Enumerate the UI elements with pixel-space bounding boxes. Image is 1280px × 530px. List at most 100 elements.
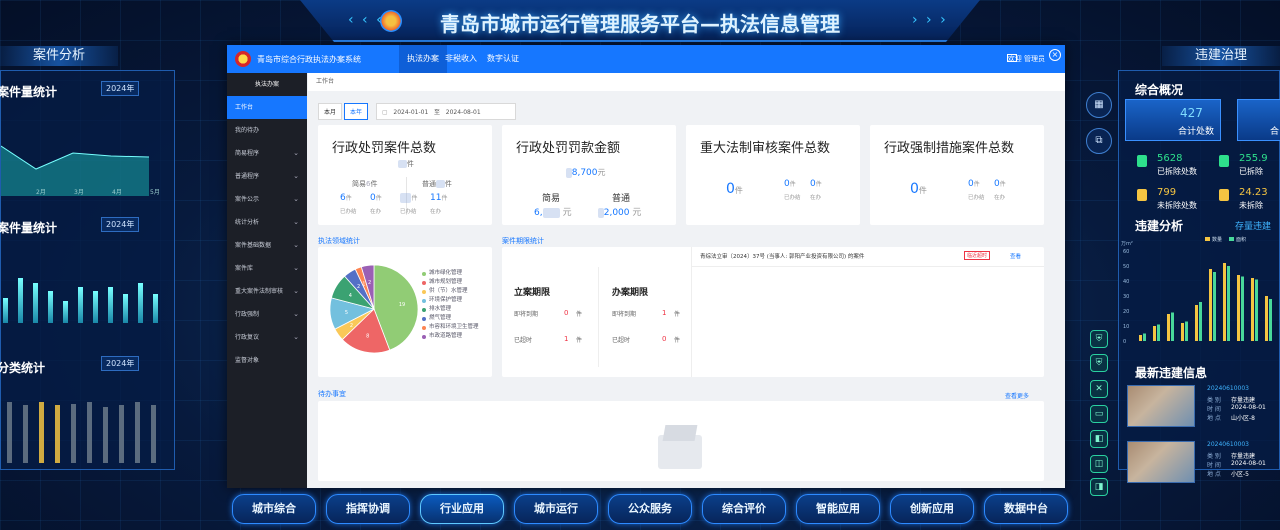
- filter-year-button[interactable]: 本年: [344, 103, 369, 120]
- sidebar-item[interactable]: 执法办案: [227, 73, 307, 96]
- card2-total: 8,700: [571, 168, 598, 178]
- case-count-heading-2: 案件量统计: [0, 221, 58, 235]
- category-bar: [87, 401, 92, 463]
- bottom-nav-1[interactable]: 指挥协调: [326, 494, 410, 524]
- violation-bar-chart: 60 50 40 30 20 10 0 万m² 数量 面积: [1121, 236, 1272, 345]
- todo-title: 待办事宜: [318, 390, 346, 398]
- violation-bar-count: [1139, 335, 1142, 341]
- substat-unit: 件: [999, 181, 1006, 188]
- violation-photo[interactable]: [1127, 385, 1195, 427]
- chevron-down-icon: ⌄: [293, 195, 299, 203]
- substat-value: 0件: [994, 179, 1006, 189]
- legend-item[interactable]: 城市规划管理: [422, 278, 479, 287]
- sidebar-item[interactable]: 统计分析 ⌄: [227, 211, 307, 234]
- violation-photo[interactable]: [1127, 441, 1195, 483]
- substat-value: 00件: [400, 193, 417, 203]
- grid-icon[interactable]: ▦: [1086, 92, 1112, 118]
- deadline-unit: 件: [576, 311, 583, 318]
- sidebar-item[interactable]: 重大案件法制审核 ⌄: [227, 280, 307, 303]
- stat-value: 5628: [1157, 153, 1183, 164]
- bottom-nav-2[interactable]: 行业应用: [420, 494, 504, 524]
- nav-digital-cert[interactable]: 数字认证: [479, 45, 527, 73]
- item-id: 20240610003: [1207, 385, 1249, 392]
- legend-item[interactable]: 供（节）水管理: [422, 287, 479, 296]
- substat-unit: 件: [789, 181, 796, 188]
- item-field-label: 地 点: [1207, 415, 1221, 422]
- sidebar-item[interactable]: 行政复议 ⌄: [227, 326, 307, 349]
- chevron-down-icon: ⌄: [293, 333, 299, 341]
- category-bar: [151, 405, 156, 463]
- close-tool-icon[interactable]: ✕: [1090, 380, 1108, 398]
- sidebar-item[interactable]: 工作台: [227, 96, 307, 119]
- legend-dot: [422, 335, 426, 339]
- close-icon[interactable]: ×: [1049, 49, 1061, 61]
- sidebar-item-label: 行政强制: [235, 311, 260, 318]
- bottom-nav-8[interactable]: 数据中台: [984, 494, 1068, 524]
- violation-bar-area: [1143, 333, 1146, 341]
- violation-bar-count: [1181, 323, 1184, 341]
- legend-dot: [422, 272, 426, 276]
- sidebar-item[interactable]: 案件基础数据 ⌄: [227, 234, 307, 257]
- bottom-nav-6[interactable]: 智能应用: [796, 494, 880, 524]
- notice-text: 青综法立审〔2024〕37号 (当事人: 郭阳产业投资有限公司) 的案件: [700, 254, 865, 260]
- tool-icon-4[interactable]: ◨: [1090, 478, 1108, 496]
- nav-nontax[interactable]: 非税收入: [437, 45, 485, 73]
- bottom-nav-0[interactable]: 城市综合: [232, 494, 316, 524]
- shield-icon[interactable]: ⛨: [1090, 330, 1108, 348]
- legend-item[interactable]: 环境保护管理: [422, 296, 479, 305]
- legend-item[interactable]: 排水管理: [422, 305, 479, 314]
- legend-item[interactable]: 燃气管理: [422, 314, 479, 323]
- substat-label: 在办: [370, 209, 382, 215]
- legend-item[interactable]: 市政道路管理: [422, 332, 479, 341]
- legend-label: 燃气管理: [429, 315, 452, 321]
- year-select-2[interactable]: 2024年: [101, 217, 140, 232]
- bottom-nav-5[interactable]: 综合评价: [702, 494, 786, 524]
- card4-title: 行政强制措施案件总数: [884, 141, 1015, 156]
- sidebar-item[interactable]: 我的待办: [227, 119, 307, 142]
- sidebar-item[interactable]: 案件公示 ⌄: [227, 188, 307, 211]
- layers-icon[interactable]: ⧉: [1086, 128, 1112, 154]
- item-date: 2024-08-01: [1231, 460, 1266, 467]
- year-select-1[interactable]: 2024年: [101, 81, 140, 96]
- user-greeting[interactable]: 欢迎 管理员: [1008, 54, 1045, 64]
- todo-more-link[interactable]: 查看更多: [1005, 391, 1029, 400]
- sidebar-item-label: 案件库: [235, 265, 254, 272]
- sidebar-item-label: 行政复议: [235, 334, 260, 341]
- sidebar-item-label: 简易程序: [235, 150, 260, 157]
- case-system-window: 青岛市综合行政执法办案系统 执法办案 非税收入 数字认证 欢迎 管理员 × 执法…: [227, 45, 1065, 488]
- sidebar-item[interactable]: 普通程序 ⌄: [227, 165, 307, 188]
- filter-month-button[interactable]: 本月: [318, 103, 343, 120]
- sidebar-item[interactable]: 监督对象: [227, 349, 307, 372]
- legend-label: 环境保护管理: [429, 297, 463, 303]
- category-bar: [55, 405, 60, 463]
- sidebar-item[interactable]: 简易程序 ⌄: [227, 142, 307, 165]
- legend-dot: [422, 326, 426, 330]
- legend-item[interactable]: 市容和环境卫生管理: [422, 323, 479, 332]
- shield-check-icon[interactable]: ⛨: [1090, 354, 1108, 372]
- category-bar: [23, 405, 28, 463]
- todo-card: [318, 401, 1044, 481]
- year-select-3[interactable]: 2024年: [101, 356, 140, 371]
- card2-total-unit: 元: [597, 168, 606, 177]
- y-tick: 20: [1123, 309, 1129, 315]
- chevron-down-icon: ⌄: [293, 149, 299, 157]
- item-field-label: 类 别: [1207, 453, 1221, 460]
- deadline-row-label: 已超时: [514, 337, 533, 344]
- notice-view-link[interactable]: 查看: [1010, 252, 1021, 260]
- item-field-label: 类 别: [1207, 397, 1221, 404]
- chevron-down-icon: ⌄: [293, 310, 299, 318]
- total-box: 427 合计处数: [1125, 99, 1221, 141]
- tool-icon-2[interactable]: ◧: [1090, 430, 1108, 448]
- date-range-input[interactable]: ▢ 2024-01-01 至 2024-08-01: [376, 103, 516, 120]
- bottom-nav-3[interactable]: 城市运行: [514, 494, 598, 524]
- legend-item[interactable]: 城市绿化管理: [422, 269, 479, 278]
- card2-right-val: 2,000: [603, 208, 630, 218]
- notice-row[interactable]: 青综法立审〔2024〕37号 (当事人: 郭阳产业投资有限公司) 的案件 临近超…: [692, 247, 1044, 267]
- bottom-nav-7[interactable]: 创新应用: [890, 494, 974, 524]
- tool-icon-1[interactable]: ▭: [1090, 405, 1108, 423]
- tool-icon-3[interactable]: ◫: [1090, 455, 1108, 473]
- bottom-nav-4[interactable]: 公众服务: [608, 494, 692, 524]
- sidebar-item[interactable]: 案件库 ⌄: [227, 257, 307, 280]
- case-bar: [48, 290, 53, 323]
- sidebar-item[interactable]: 行政强制 ⌄: [227, 303, 307, 326]
